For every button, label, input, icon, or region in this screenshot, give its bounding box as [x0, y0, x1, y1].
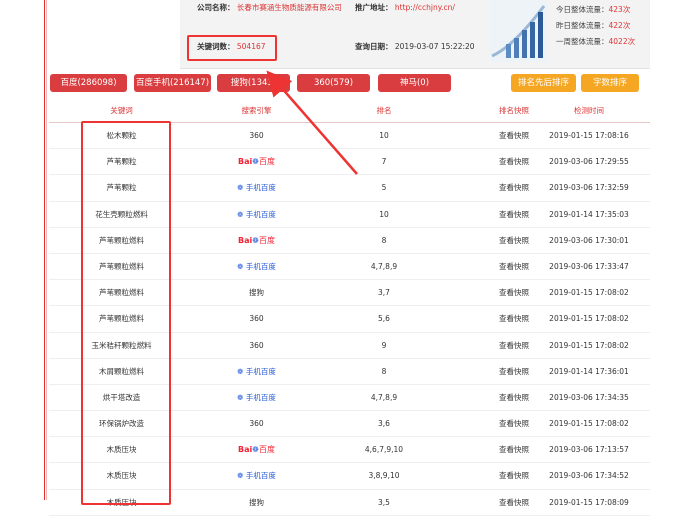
annotation-arrow [266, 70, 358, 175]
